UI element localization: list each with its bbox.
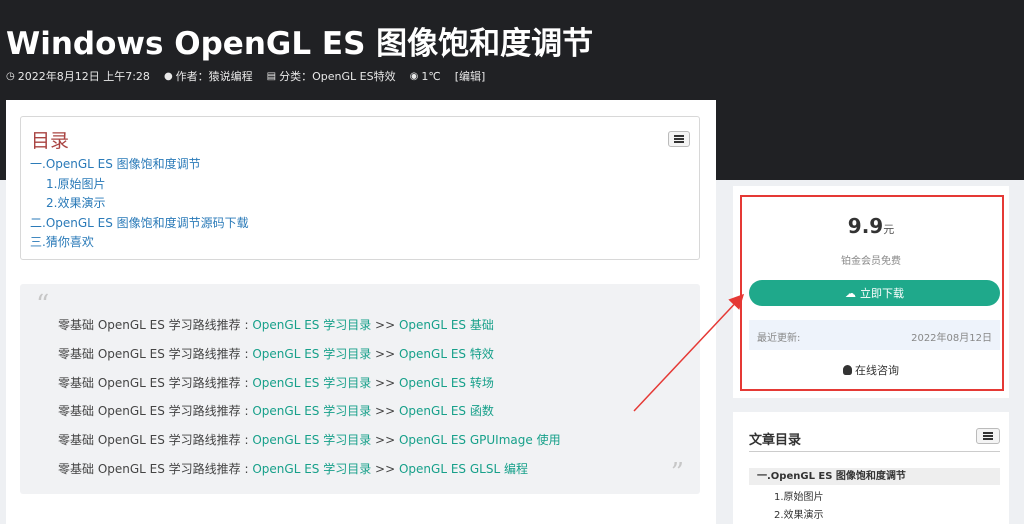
link-functions[interactable]: OpenGL ES 函数 [399,404,494,418]
link-glsl[interactable]: OpenGL ES GLSL 编程 [399,462,528,476]
toc-title: 目录 [31,130,70,152]
divider [749,451,1000,452]
toc-list: 一.OpenGL ES 图像饱和度调节 1.原始图片 2.效果演示 二.Open… [30,155,249,253]
sidebar-toc-title: 文章目录 [749,433,802,448]
sidebar-toc-item-active[interactable]: 一.OpenGL ES 图像饱和度调节 [749,468,1000,485]
list-icon [983,435,993,437]
quote-line: 零基础 OpenGL ES 学习路线推荐 : OpenGL ES 学习目录 >>… [58,433,561,447]
link-gpuimage[interactable]: OpenGL ES GPUImage 使用 [399,433,561,447]
toc-item[interactable]: 三.猜你喜欢 [30,233,249,253]
meta-date: ◷ 2022年8月12日 上午7:28 [6,70,150,83]
link-basics[interactable]: OpenGL ES 基础 [399,318,494,332]
quote-line: 零基础 OpenGL ES 学习路线推荐 : OpenGL ES 学习目录 >>… [58,462,528,476]
quote-line: 零基础 OpenGL ES 学习路线推荐 : OpenGL ES 学习目录 >>… [58,404,494,418]
table-of-contents: 目录 一.OpenGL ES 图像饱和度调节 1.原始图片 2.效果演示 二.O… [20,116,700,260]
toc-toggle-button[interactable] [668,131,690,147]
link-study-index[interactable]: OpenGL ES 学习目录 [252,347,371,361]
quote-open-icon: “ [36,290,50,320]
highlight-box [740,195,1004,391]
edit-link[interactable]: [编辑] [455,68,486,84]
link-study-index[interactable]: OpenGL ES 学习目录 [252,376,371,390]
article-body: 目录 一.OpenGL ES 图像饱和度调节 1.原始图片 2.效果演示 二.O… [6,100,716,524]
user-icon: ● [163,70,173,82]
eye-icon: ◉ [409,70,419,82]
meta-author: ● 作者：猿说编程 [163,70,253,83]
link-study-index[interactable]: OpenGL ES 学习目录 [252,462,371,476]
link-effects[interactable]: OpenGL ES 特效 [399,347,494,361]
article-meta: ◷ 2022年8月12日 上午7:28 ● 作者：猿说编程 ▤ 分类：OpenGL E… [6,68,485,84]
quote-line: 零基础 OpenGL ES 学习路线推荐 : OpenGL ES 学习目录 >>… [58,318,494,332]
meta-views: ◉ 1℃ [409,69,441,83]
sidebar-toc-item[interactable]: 1.原始图片 [774,488,824,503]
sidebar-toc-item[interactable]: 2.效果演示 [774,506,824,521]
meta-category[interactable]: ▤ 分类：OpenGL ES特效 [267,68,396,84]
link-study-index[interactable]: OpenGL ES 学习目录 [252,318,371,332]
link-study-index[interactable]: OpenGL ES 学习目录 [252,404,371,418]
toc-item[interactable]: 2.效果演示 [30,194,249,214]
link-study-index[interactable]: OpenGL ES 学习目录 [252,433,371,447]
sidebar-toc-toggle-button[interactable] [976,428,1000,444]
learning-path-quote: “ 零基础 OpenGL ES 学习路线推荐 : OpenGL ES 学习目录 … [20,284,700,494]
article-title: Windows OpenGL ES 图像饱和度调节 [6,26,594,62]
toc-item[interactable]: 二.OpenGL ES 图像饱和度调节源码下载 [30,214,249,234]
quote-close-icon: ” [670,458,684,488]
toc-item[interactable]: 一.OpenGL ES 图像饱和度调节 [30,155,249,175]
toc-item[interactable]: 1.原始图片 [30,175,249,195]
quote-line: 零基础 OpenGL ES 学习路线推荐 : OpenGL ES 学习目录 >>… [58,376,494,390]
quote-line: 零基础 OpenGL ES 学习路线推荐 : OpenGL ES 学习目录 >>… [58,347,494,361]
list-icon [674,138,684,140]
folder-icon: ▤ [266,70,277,82]
clock-icon: ◷ [6,70,15,82]
link-transitions[interactable]: OpenGL ES 转场 [399,376,494,390]
